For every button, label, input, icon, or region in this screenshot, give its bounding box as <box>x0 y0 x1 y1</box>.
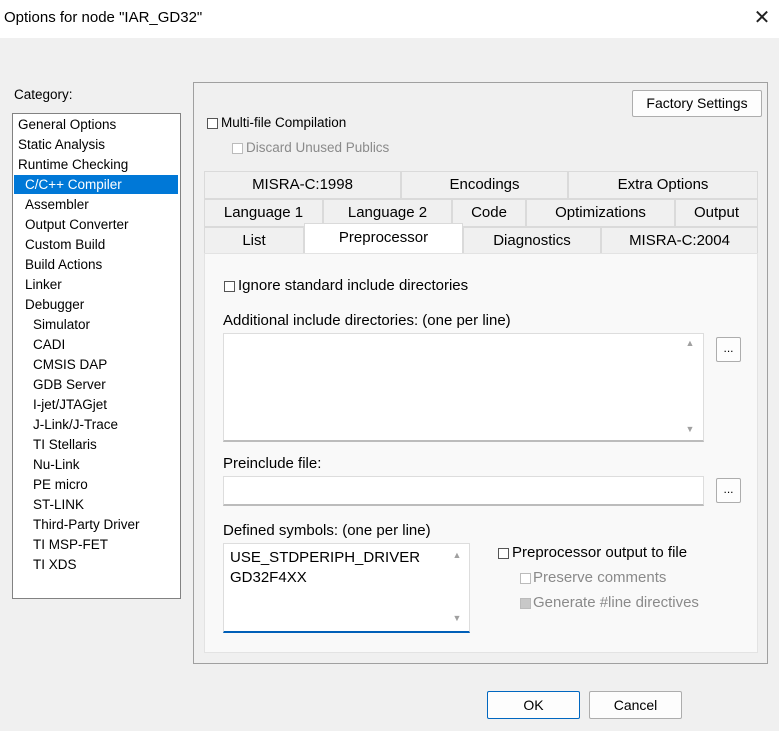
category-item[interactable]: General Options <box>14 115 116 134</box>
additional-include-label: Additional include directories: (one per… <box>223 312 511 329</box>
category-item[interactable]: PE micro <box>14 475 88 494</box>
close-icon[interactable]: ✕ <box>752 8 772 28</box>
category-list[interactable]: General Options Static Analysis Runtime Ch… <box>12 113 181 599</box>
discard-label: Discard Unused Publics <box>246 140 390 155</box>
category-label: Category: <box>14 87 73 102</box>
preserve-comments-label: Preserve comments <box>533 569 667 586</box>
category-item[interactable]: I-jet/JTAGjet <box>14 395 107 414</box>
browse-preinclude-button[interactable]: ... <box>716 478 741 503</box>
pp-output-checkbox[interactable] <box>498 548 509 559</box>
generate-line-checkbox[interactable] <box>520 598 531 609</box>
ignore-std-checkbox[interactable] <box>224 281 235 292</box>
category-item[interactable]: Runtime Checking <box>14 155 128 174</box>
tab-extra-options[interactable]: Extra Options <box>568 171 758 199</box>
preserve-comments-checkbox[interactable] <box>520 573 531 584</box>
category-item[interactable]: TI XDS <box>14 555 77 574</box>
category-item[interactable]: Simulator <box>14 315 90 334</box>
scroll-down-icon[interactable]: ▼ <box>684 424 696 434</box>
generate-line-label: Generate #line directives <box>533 594 699 611</box>
category-item[interactable]: Debugger <box>14 295 84 314</box>
browse-include-button[interactable]: ... <box>716 337 741 362</box>
defined-symbols-label: Defined symbols: (one per line) <box>223 522 431 539</box>
category-item[interactable]: GDB Server <box>14 375 106 394</box>
category-item[interactable]: Nu-Link <box>14 455 80 474</box>
cancel-button[interactable]: Cancel <box>589 691 682 719</box>
category-item[interactable]: TI MSP-FET <box>14 535 108 554</box>
tab-misra-c-2004[interactable]: MISRA-C:2004 <box>601 227 758 254</box>
additional-include-textarea[interactable] <box>223 333 704 442</box>
category-item[interactable]: Build Actions <box>14 255 102 274</box>
factory-settings-button[interactable]: Factory Settings <box>632 90 762 117</box>
category-item[interactable]: Third-Party Driver <box>14 515 140 534</box>
tab-output[interactable]: Output <box>675 199 758 227</box>
tab-list[interactable]: List <box>204 227 304 254</box>
category-item[interactable]: ST-LINK <box>14 495 84 514</box>
category-item[interactable]: J-Link/J-Trace <box>14 415 118 434</box>
category-item[interactable]: TI Stellaris <box>14 435 97 454</box>
tab-misra-c-1998[interactable]: MISRA-C:1998 <box>204 171 401 199</box>
scroll-up-icon[interactable]: ▲ <box>451 550 463 560</box>
tab-diagnostics[interactable]: Diagnostics <box>463 227 601 254</box>
window-title: Options for node "IAR_GD32" <box>4 9 203 26</box>
category-item[interactable]: Static Analysis <box>14 135 105 154</box>
multifile-checkbox[interactable] <box>207 118 218 129</box>
ok-button[interactable]: OK <box>487 691 580 719</box>
tab-code[interactable]: Code <box>452 199 526 227</box>
pp-output-label: Preprocessor output to file <box>512 544 688 561</box>
category-item[interactable]: Custom Build <box>14 235 105 254</box>
category-item[interactable]: CADI <box>14 335 65 354</box>
preinclude-label: Preinclude file: <box>223 455 322 472</box>
discard-checkbox[interactable] <box>232 143 243 154</box>
tab-encodings[interactable]: Encodings <box>401 171 568 199</box>
scroll-up-icon[interactable]: ▲ <box>684 338 696 348</box>
tab-preprocessor[interactable]: Preprocessor <box>304 223 463 254</box>
category-item[interactable]: CMSIS DAP <box>14 355 107 374</box>
category-item[interactable]: Linker <box>14 275 62 294</box>
scroll-down-icon[interactable]: ▼ <box>451 613 463 623</box>
defined-symbols-textarea[interactable]: USE_STDPERIPH_DRIVER GD32F4XX <box>223 543 470 633</box>
defined-symbol-line: GD32F4XX <box>230 569 307 586</box>
category-item[interactable]: Assembler <box>14 195 89 214</box>
category-item[interactable]: C/C++ Compiler <box>14 175 178 194</box>
tab-optimizations[interactable]: Optimizations <box>526 199 675 227</box>
ignore-std-label: Ignore standard include directories <box>238 277 469 294</box>
category-item[interactable]: Output Converter <box>14 215 129 234</box>
preinclude-input[interactable] <box>223 476 704 506</box>
multifile-label: Multi-file Compilation <box>221 115 347 130</box>
defined-symbol-line: USE_STDPERIPH_DRIVER <box>230 549 421 566</box>
